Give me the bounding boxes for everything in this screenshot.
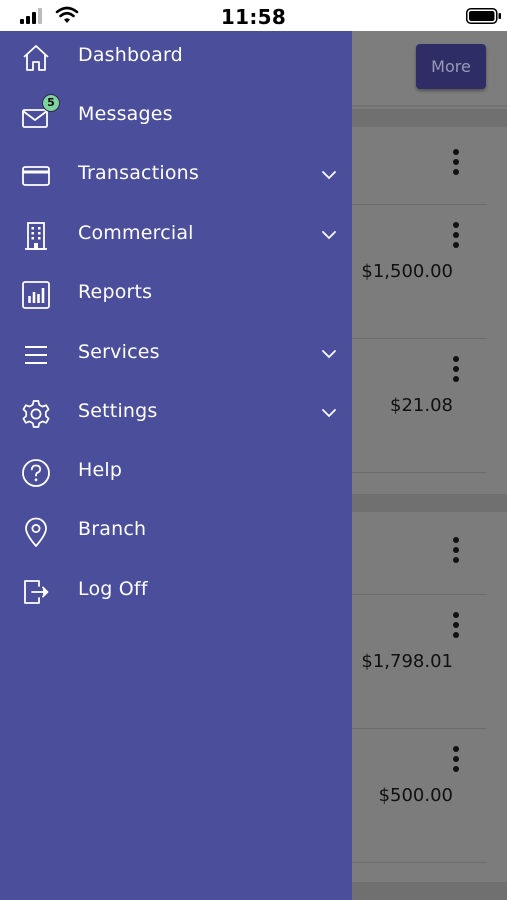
more-button[interactable]: More (416, 44, 486, 89)
chevron-down-icon[interactable] (320, 168, 338, 182)
battery-icon (466, 8, 501, 24)
menu-item-help[interactable]: Help (0, 444, 352, 503)
menu-item-reports[interactable]: Reports (0, 266, 352, 325)
logout-icon (20, 576, 52, 608)
kebab-menu-icon[interactable] (452, 222, 460, 252)
account-amount: $21.08 (390, 395, 453, 416)
menu-label: Log Off (78, 578, 148, 600)
menu-label: Messages (78, 103, 173, 125)
menu-label: Help (78, 459, 123, 481)
menu-item-services[interactable]: Services (0, 326, 352, 385)
menu-label: Transactions (78, 162, 199, 184)
account-amount: $1,798.01 (361, 651, 453, 672)
menu-item-messages[interactable]: 5 Messages (0, 88, 352, 147)
kebab-menu-icon[interactable] (452, 149, 460, 179)
hamburger-icon (20, 339, 52, 371)
map-pin-icon (20, 516, 52, 548)
messages-count-badge: 5 (42, 94, 60, 112)
menu-item-settings[interactable]: Settings (0, 385, 352, 444)
kebab-menu-icon[interactable] (452, 537, 460, 567)
building-icon (20, 220, 52, 252)
menu-label: Reports (78, 281, 153, 303)
menu-item-commercial[interactable]: Commercial (0, 207, 352, 266)
navigation-drawer: Dashboard 5 Messages Transactions Commer… (0, 31, 352, 900)
chevron-down-icon[interactable] (320, 406, 338, 420)
chevron-down-icon[interactable] (320, 228, 338, 242)
kebab-menu-icon[interactable] (452, 746, 460, 776)
menu-label: Commercial (78, 222, 194, 244)
chevron-down-icon[interactable] (320, 347, 338, 361)
question-circle-icon (20, 457, 52, 489)
gear-icon (20, 398, 52, 430)
status-time: 11:58 (220, 5, 287, 29)
bar-chart-icon (20, 279, 52, 311)
account-amount: $1,500.00 (361, 261, 453, 282)
account-amount: $500.00 (378, 785, 453, 806)
home-icon (20, 42, 52, 74)
status-bar: 11:58 (0, 0, 507, 31)
menu-item-dashboard[interactable]: Dashboard (0, 29, 352, 88)
menu-item-transactions[interactable]: Transactions (0, 147, 352, 206)
menu-label: Services (78, 341, 160, 363)
menu-label: Branch (78, 518, 147, 540)
kebab-menu-icon[interactable] (452, 356, 460, 386)
menu-item-log-off[interactable]: Log Off (0, 563, 352, 622)
menu-item-branch[interactable]: Branch (0, 503, 352, 562)
menu-label: Settings (78, 400, 158, 422)
kebab-menu-icon[interactable] (452, 612, 460, 642)
menu-label: Dashboard (78, 44, 183, 66)
credit-card-icon (20, 160, 52, 192)
